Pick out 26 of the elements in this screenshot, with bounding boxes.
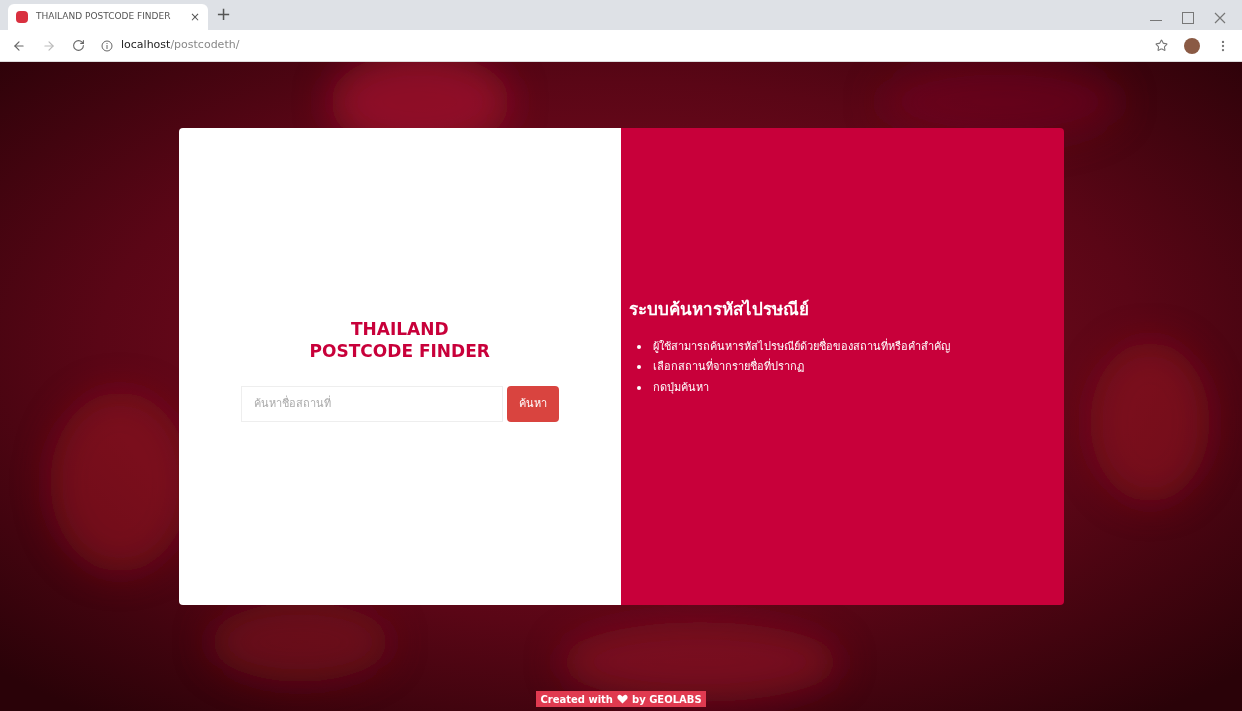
tab-favicon-icon [16, 11, 28, 23]
new-tab-button[interactable]: + [216, 0, 232, 27]
profile-avatar[interactable] [1184, 37, 1200, 54]
info-heading: ระบบค้นหารหัสไปรษณีย์ [629, 298, 810, 321]
reload-icon[interactable] [72, 39, 85, 52]
close-icon[interactable] [1214, 12, 1226, 24]
bullet-icon [637, 385, 641, 390]
info-item: กดปุ่มค้นหา [653, 379, 709, 396]
back-icon[interactable] [12, 38, 26, 53]
info-icon[interactable] [101, 39, 113, 52]
tab-title: THAILAND POSTCODE FINDER [36, 10, 171, 24]
footer-text: by GEOLABS [631, 692, 702, 707]
star-icon[interactable] [1155, 39, 1168, 52]
restore-icon[interactable] [1182, 12, 1194, 24]
footer-text: Created with [540, 692, 613, 707]
app-title: THAILAND POSTCODE FINDER [309, 319, 490, 362]
browser-tab[interactable]: THAILAND POSTCODE FINDER × [8, 4, 208, 30]
heart-icon [616, 694, 628, 704]
bullet-icon [637, 344, 641, 349]
address-url[interactable]: localhost/postcodeth/ [121, 37, 240, 54]
info-item: เลือกสถานที่จากรายชื่อที่ปรากฏ [653, 359, 804, 375]
search-field[interactable]: ค้นหาชื่อสถานที่ [240, 385, 503, 422]
info-item: ผู้ใช้สามารถค้นหารหัสไปรษณีย์ด้วยชื่อของสถานที่หรือคำสำคัญ [653, 338, 950, 355]
bullet-icon [637, 365, 641, 370]
search-button[interactable]: ค้นหา [506, 385, 559, 422]
tab-close-button[interactable]: × [189, 8, 200, 26]
